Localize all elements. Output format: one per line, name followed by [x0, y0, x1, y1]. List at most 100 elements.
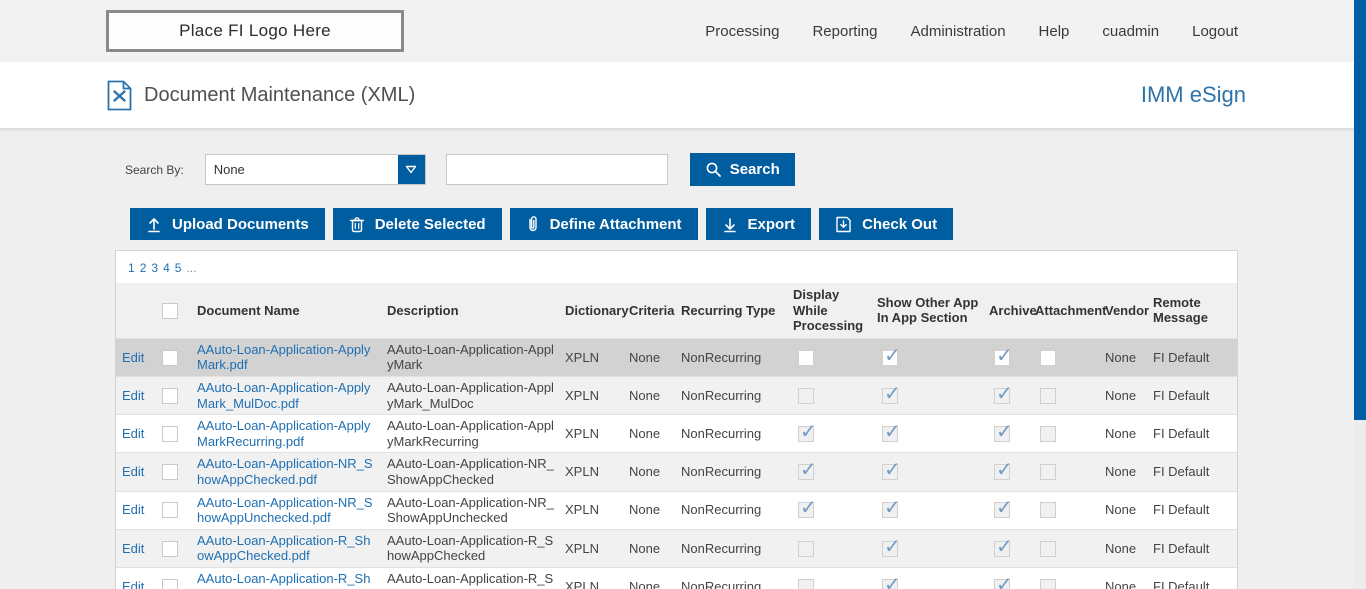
- document-name-link[interactable]: AAuto-Loan-Application-R_ShowAppChecked.…: [197, 533, 370, 564]
- page-link-2[interactable]: 2: [140, 261, 147, 275]
- select-all-checkbox[interactable]: [162, 303, 178, 319]
- check-out-label: Check Out: [862, 216, 937, 233]
- edit-link[interactable]: Edit: [122, 426, 144, 441]
- criteria-cell: None: [624, 338, 676, 376]
- upload-documents-button[interactable]: Upload Documents: [130, 208, 325, 240]
- col-remote-message: Remote Message: [1148, 283, 1237, 338]
- document-name-link[interactable]: AAuto-Loan-Application-ApplyMarkRecurrin…: [197, 418, 370, 449]
- display-while-processing-checkbox: [798, 350, 814, 366]
- vendor-cell: None: [1100, 491, 1148, 529]
- page-link-3[interactable]: 3: [151, 261, 158, 275]
- scrollbar-thumb[interactable]: [1354, 0, 1366, 420]
- dictionary-cell: XPLN: [560, 567, 624, 589]
- archive-checkbox: [994, 350, 1010, 366]
- row-select-checkbox[interactable]: [162, 579, 178, 589]
- nav-username[interactable]: cuadmin: [1102, 23, 1159, 40]
- edit-link[interactable]: Edit: [122, 388, 144, 403]
- dictionary-cell: XPLN: [560, 338, 624, 376]
- show-other-app-checkbox: [882, 350, 898, 366]
- remote-message-cell: FI Default: [1148, 529, 1237, 567]
- page-title: Document Maintenance (XML): [144, 84, 415, 107]
- edit-link[interactable]: Edit: [122, 541, 144, 556]
- document-name-link[interactable]: AAuto-Loan-Application-R_ShowAppUnchecke…: [197, 571, 370, 589]
- attachment-checkbox: [1040, 579, 1056, 589]
- fi-logo-placeholder: Place FI Logo Here: [106, 10, 404, 52]
- nav-processing[interactable]: Processing: [705, 23, 779, 40]
- archive-checkbox: [994, 464, 1010, 480]
- page-link-5[interactable]: 5: [175, 261, 182, 275]
- vendor-cell: None: [1100, 529, 1148, 567]
- fi-logo-text: Place FI Logo Here: [179, 21, 331, 41]
- row-select-checkbox[interactable]: [162, 502, 178, 518]
- row-select-checkbox[interactable]: [162, 388, 178, 404]
- recurring-type-cell: NonRecurring: [676, 529, 788, 567]
- check-out-button[interactable]: Check Out: [819, 208, 953, 240]
- recurring-type-cell: NonRecurring: [676, 567, 788, 589]
- row-select-checkbox[interactable]: [162, 350, 178, 366]
- pagination-ellipsis[interactable]: ...: [186, 261, 196, 275]
- brand-imm-esign: IMM eSign: [1141, 82, 1246, 108]
- delete-selected-button[interactable]: Delete Selected: [333, 208, 502, 240]
- criteria-cell: None: [624, 415, 676, 453]
- search-input[interactable]: [446, 154, 668, 185]
- display-while-processing-checkbox: [798, 388, 814, 404]
- nav-reporting[interactable]: Reporting: [812, 23, 877, 40]
- document-name-link[interactable]: AAuto-Loan-Application-ApplyMark_MulDoc.…: [197, 380, 370, 411]
- dictionary-cell: XPLN: [560, 376, 624, 414]
- upload-icon: [146, 216, 162, 233]
- export-button[interactable]: Export: [706, 208, 812, 240]
- select-all-header: [156, 283, 192, 338]
- page-link-1[interactable]: 1: [128, 261, 135, 275]
- row-select-checkbox[interactable]: [162, 426, 178, 442]
- table-body: Edit AAuto-Loan-Application-ApplyMark.pd…: [116, 338, 1237, 589]
- edit-link[interactable]: Edit: [122, 502, 144, 517]
- pagination: 12345...: [116, 251, 1237, 283]
- edit-link[interactable]: Edit: [122, 579, 144, 589]
- nav-help[interactable]: Help: [1039, 23, 1070, 40]
- documents-panel: 12345... Document Name Description Dicti…: [115, 250, 1238, 589]
- display-while-processing-checkbox: [798, 426, 814, 442]
- show-other-app-checkbox: [882, 502, 898, 518]
- scrollbar-track[interactable]: [1354, 0, 1366, 589]
- download-icon: [722, 216, 738, 233]
- attachment-checkbox: [1040, 350, 1056, 366]
- search-button[interactable]: Search: [690, 153, 795, 186]
- recurring-type-cell: NonRecurring: [676, 376, 788, 414]
- define-attachment-button[interactable]: Define Attachment: [510, 208, 698, 240]
- col-criteria: Criteria: [624, 283, 676, 338]
- col-vendor: Vendor: [1100, 283, 1148, 338]
- table-row: Edit AAuto-Loan-Application-NR_ShowAppUn…: [116, 491, 1237, 529]
- edit-link[interactable]: Edit: [122, 464, 144, 479]
- toolbar: Upload Documents Delete Selected Define …: [130, 208, 1366, 240]
- chevron-down-icon[interactable]: [398, 155, 425, 184]
- row-select-checkbox[interactable]: [162, 464, 178, 480]
- display-while-processing-checkbox: [798, 464, 814, 480]
- row-select-checkbox[interactable]: [162, 541, 178, 557]
- vendor-cell: None: [1100, 415, 1148, 453]
- table-row: Edit AAuto-Loan-Application-ApplyMark.pd…: [116, 338, 1237, 376]
- display-while-processing-checkbox: [798, 502, 814, 518]
- recurring-type-cell: NonRecurring: [676, 491, 788, 529]
- description-cell: AAuto-Loan-Application-NR_ShowAppUncheck…: [382, 491, 560, 529]
- document-name-link[interactable]: AAuto-Loan-Application-NR_ShowAppChecked…: [197, 456, 373, 487]
- table-row: Edit AAuto-Loan-Application-R_ShowAppChe…: [116, 529, 1237, 567]
- nav-logout[interactable]: Logout: [1192, 23, 1238, 40]
- document-name-link[interactable]: AAuto-Loan-Application-NR_ShowAppUncheck…: [197, 495, 373, 526]
- table-row: Edit AAuto-Loan-Application-ApplyMarkRec…: [116, 415, 1237, 453]
- nav-administration[interactable]: Administration: [911, 23, 1006, 40]
- dictionary-cell: XPLN: [560, 491, 624, 529]
- col-description: Description: [382, 283, 560, 338]
- page-link-4[interactable]: 4: [163, 261, 170, 275]
- dictionary-cell: XPLN: [560, 415, 624, 453]
- remote-message-cell: FI Default: [1148, 453, 1237, 491]
- document-name-link[interactable]: AAuto-Loan-Application-ApplyMark.pdf: [197, 342, 370, 373]
- edit-link[interactable]: Edit: [122, 350, 144, 365]
- search-by-dropdown[interactable]: None: [205, 154, 426, 185]
- col-archive: Archive: [984, 283, 1030, 338]
- show-other-app-checkbox: [882, 541, 898, 557]
- main-nav: Processing Reporting Administration Help…: [705, 0, 1238, 62]
- description-cell: AAuto-Loan-Application-R_ShowAppChecked: [382, 529, 560, 567]
- col-display-while-processing: Display While Processing: [788, 283, 872, 338]
- table-row: Edit AAuto-Loan-Application-ApplyMark_Mu…: [116, 376, 1237, 414]
- criteria-cell: None: [624, 491, 676, 529]
